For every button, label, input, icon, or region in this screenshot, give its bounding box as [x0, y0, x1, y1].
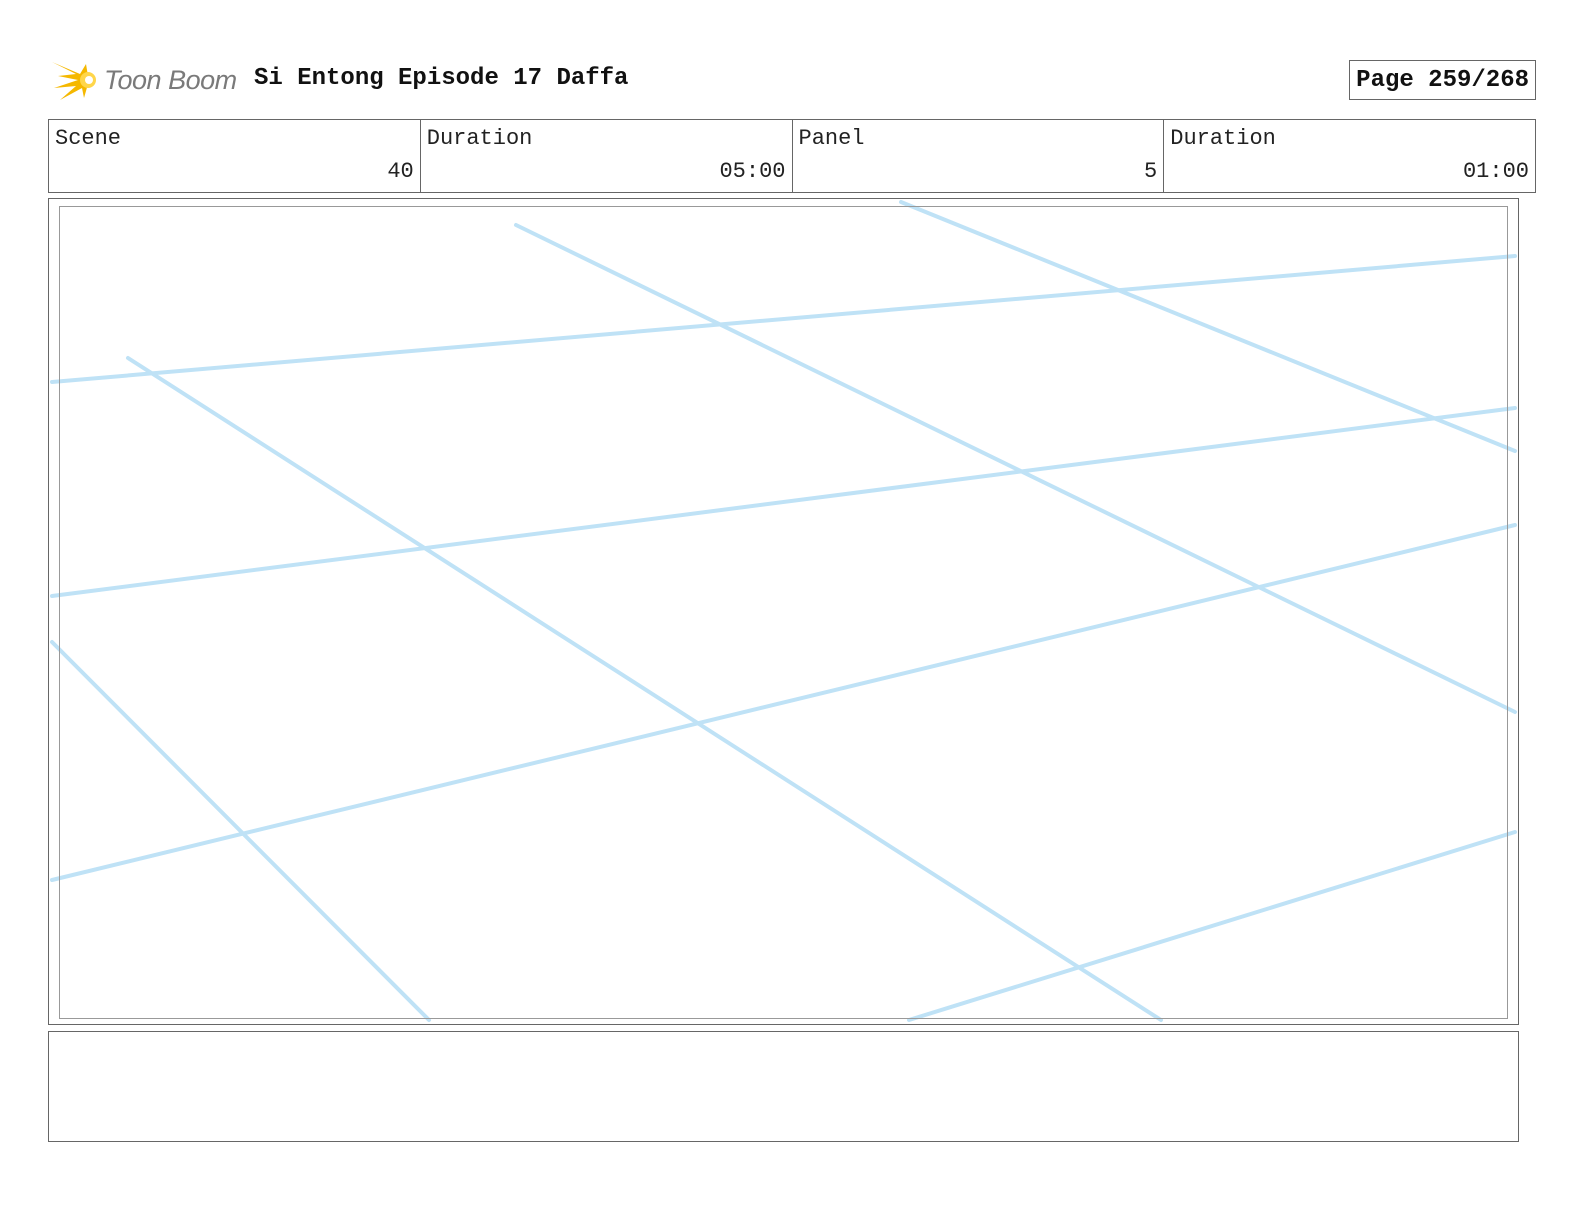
- scene-value: 40: [387, 159, 414, 184]
- logo-wordmark: Toon Boom: [104, 64, 237, 95]
- panel-duration-value: 01:00: [1462, 159, 1529, 184]
- scene-duration-label: Duration: [426, 126, 533, 151]
- panel-notes-box[interactable]: [48, 1031, 1519, 1142]
- storyboard-header: Toon Boom Si Entong Episode 17 Daffa Pag…: [48, 54, 1536, 106]
- scene-duration-cell: Duration 05:00: [421, 120, 793, 192]
- safe-area-frame: [59, 206, 1508, 1019]
- panel-cell: Panel 5: [793, 120, 1165, 192]
- panel-duration-cell: Duration 01:00: [1164, 120, 1535, 192]
- scene-cell: Scene 40: [49, 120, 421, 192]
- document-title: Si Entong Episode 17 Daffa: [254, 65, 629, 92]
- scene-info-row: Scene 40 Duration 05:00 Panel 5 Duration…: [48, 119, 1536, 193]
- panel-label: Panel: [798, 126, 865, 151]
- page-number-box: Page 259/268: [1349, 60, 1536, 100]
- panel-value: 5: [1144, 159, 1158, 184]
- storyboard-panel-frame: [48, 198, 1519, 1025]
- starburst-logo-icon: [52, 62, 96, 100]
- scene-duration-value: 05:00: [719, 159, 786, 184]
- toon-boom-logo: Toon Boom: [48, 54, 238, 106]
- scene-label: Scene: [55, 126, 122, 151]
- panel-duration-label: Duration: [1170, 126, 1276, 151]
